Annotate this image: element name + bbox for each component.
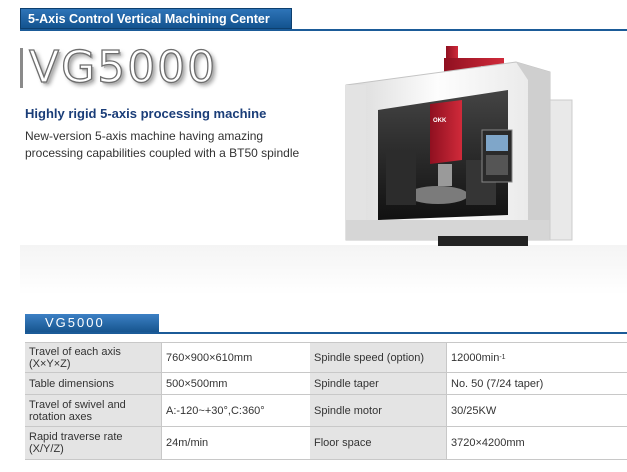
description-line-1: New-version 5-axis machine having amazin… — [25, 129, 264, 143]
spec-label: Table dimensions — [25, 373, 162, 394]
spec-value: 30/25KW — [447, 395, 627, 426]
spec-label-line: Table dimensions — [29, 377, 114, 390]
spec-model-name: VG5000 — [45, 315, 105, 330]
machine-image: OKK — [345, 46, 573, 246]
table-bottom-rule — [25, 459, 627, 460]
spec-label-line: Spindle motor — [314, 404, 382, 417]
spec-label-line: Spindle speed (option) — [314, 351, 425, 364]
product-hero: VG5000 Highly rigid 5-axis processing ma… — [20, 40, 627, 295]
spec-label-line: Floor space — [314, 437, 372, 449]
description-line-2: processing capabilities coupled with a B… — [25, 146, 300, 160]
spec-value-text: 12000min — [451, 351, 500, 364]
spec-label: Travel of each axis (X×Y×Z) — [25, 343, 162, 372]
spec-label-line: Travel of each axis — [29, 345, 121, 358]
spec-label: Spindle taper — [310, 373, 447, 394]
model-title: VG5000 — [28, 41, 218, 93]
machine-brand-label: OKK — [433, 118, 447, 124]
spec-label: Spindle motor — [310, 395, 447, 426]
spec-section-label: VG5000 — [25, 314, 159, 332]
spec-label-line: (X×Y×Z) — [29, 357, 71, 370]
spec-label-line: Travel of swivel and — [29, 398, 126, 411]
table-row: Rapid traverse rate (X/Y/Z) 24m/min Floo… — [25, 426, 627, 459]
spec-label: Rapid traverse rate (X/Y/Z) — [25, 427, 162, 459]
spec-label-line: Rapid traverse rate — [29, 431, 123, 443]
spec-value: No. 50 (7/24 taper) — [447, 373, 627, 394]
spec-label-line: (X/Y/Z) — [29, 443, 64, 455]
floor-reflection — [20, 245, 627, 295]
header-divider — [20, 29, 627, 31]
product-description: New-version 5-axis machine having amazin… — [25, 128, 325, 162]
title-accent-bar — [20, 48, 23, 88]
spec-value: 3720×4200mm — [447, 427, 627, 459]
spec-value: A:-120~+30°,C:360° — [162, 395, 310, 426]
spec-label-line: Spindle taper — [314, 377, 379, 390]
spec-value-superscript: -1 — [499, 354, 506, 361]
spec-divider — [25, 332, 627, 334]
spec-label: Travel of swivel and rotation axes — [25, 395, 162, 426]
spec-value: 24m/min — [162, 427, 310, 459]
product-tagline: Highly rigid 5-axis processing machine — [25, 106, 267, 121]
spec-value: 760×900×610mm — [162, 343, 310, 372]
spec-value: 500×500mm — [162, 373, 310, 394]
section-header: 5-Axis Control Vertical Machining Center — [20, 8, 292, 29]
spec-label: Floor space — [310, 427, 447, 459]
table-row: Travel of swivel and rotation axes A:-12… — [25, 394, 627, 426]
spec-value: 12000min -1 — [447, 343, 627, 372]
table-row: Travel of each axis (X×Y×Z) 760×900×610m… — [25, 342, 627, 372]
table-row: Table dimensions 500×500mm Spindle taper… — [25, 372, 627, 394]
spec-label-line: rotation axes — [29, 410, 92, 423]
category-title: 5-Axis Control Vertical Machining Center — [28, 12, 270, 26]
spec-label: Spindle speed (option) — [310, 343, 447, 372]
